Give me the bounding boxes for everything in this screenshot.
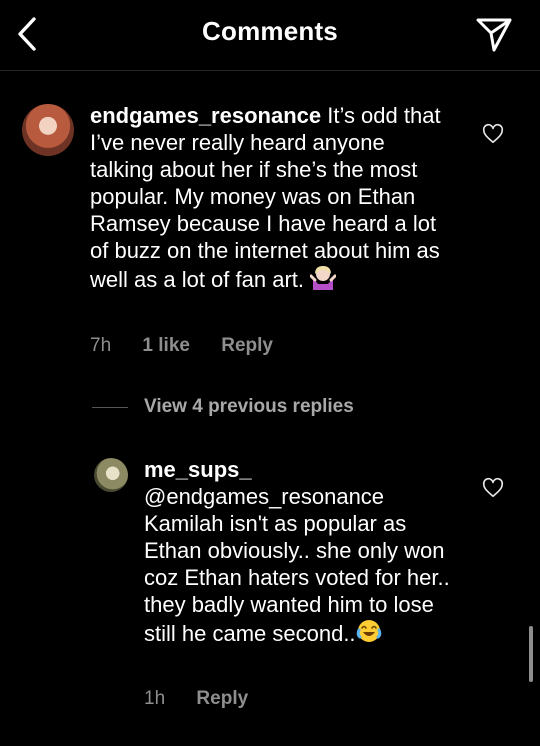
like-button[interactable] [482, 123, 504, 145]
comment-time: 1h [144, 688, 166, 709]
send-icon [476, 18, 512, 52]
comment-text: Kamilah isn't as popular as Ethan obviou… [144, 511, 450, 646]
divider [92, 406, 128, 408]
comment-text: It’s odd that I’ve never really heard an… [90, 103, 441, 292]
comment-time: 7h [90, 335, 112, 356]
reply-button[interactable]: Reply [196, 688, 248, 709]
reply-button[interactable]: Reply [221, 335, 273, 356]
like-button[interactable] [482, 477, 504, 499]
comment-username[interactable]: me_sups_ [144, 457, 252, 482]
comment-likes[interactable]: 1 like [142, 335, 190, 356]
comment-meta: 7h 1 like Reply [90, 335, 299, 357]
scrollbar[interactable] [529, 626, 533, 682]
comment-body: endgames_resonance It’s odd that I’ve ne… [90, 102, 450, 296]
comment-body: me_sups_ @endgames_resonance Kamilah isn… [144, 456, 464, 650]
share-button[interactable] [474, 14, 514, 54]
view-replies-label: View 4 previous replies [144, 396, 354, 417]
view-previous-replies[interactable]: View 4 previous replies [92, 395, 354, 419]
avatar[interactable] [22, 104, 74, 156]
avatar[interactable] [94, 458, 128, 492]
comment-username[interactable]: endgames_resonance [90, 103, 321, 128]
comment-meta: 1h Reply [144, 688, 274, 710]
header: Comments [0, 0, 540, 71]
page-title: Comments [202, 16, 338, 46]
heart-icon [482, 123, 504, 144]
person-shrugging-emoji [309, 264, 337, 296]
face-with-tears-of-joy-emoji [356, 618, 382, 650]
heart-icon [482, 477, 504, 498]
mention-link[interactable]: @endgames_resonance [144, 484, 384, 509]
